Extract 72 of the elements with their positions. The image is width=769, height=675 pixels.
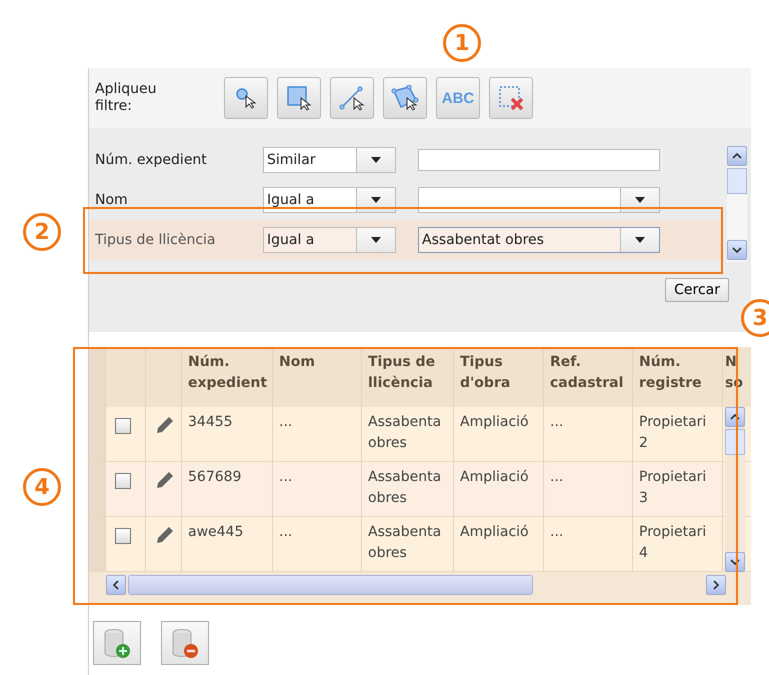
filter-field-label: Nom bbox=[95, 192, 129, 208]
table-cell: Assabenta obres bbox=[362, 407, 454, 461]
scroll-up-button[interactable] bbox=[725, 407, 745, 427]
chevron-up-icon bbox=[732, 151, 742, 161]
value-dropdown[interactable]: Assabentat obres bbox=[418, 227, 660, 253]
row-checkbox[interactable] bbox=[115, 418, 131, 434]
scroll-thumb[interactable] bbox=[727, 168, 747, 194]
table-cell: Propietari 3 bbox=[633, 462, 723, 516]
callout-number: 2 bbox=[23, 213, 61, 251]
add-record-button[interactable] bbox=[93, 621, 141, 665]
tool-button[interactable] bbox=[489, 77, 533, 119]
table-cell: Ampliació bbox=[454, 407, 544, 461]
row-checkbox[interactable] bbox=[115, 528, 131, 544]
scroll-right-button[interactable] bbox=[706, 574, 726, 594]
table-cell: Propietari 4 bbox=[633, 517, 723, 571]
scroll-up-button[interactable] bbox=[727, 146, 747, 166]
tool-button[interactable] bbox=[224, 77, 268, 119]
clear-selection-icon bbox=[498, 85, 524, 111]
value-dropdown[interactable] bbox=[418, 187, 660, 213]
point-select-icon bbox=[234, 86, 258, 110]
filter-label: Apliqueu filtre: bbox=[95, 81, 158, 115]
table-cell: ... bbox=[544, 517, 633, 571]
operator-dropdown[interactable]: Similar bbox=[263, 147, 396, 173]
table-cell: ... bbox=[273, 517, 362, 571]
horizontal-scroll-thumb[interactable] bbox=[128, 574, 533, 594]
table-cell: Propietari 2 bbox=[633, 407, 723, 461]
row-checkbox[interactable] bbox=[115, 473, 131, 489]
chevron-right-icon bbox=[711, 580, 721, 590]
table-cell: ... bbox=[544, 462, 633, 516]
dropdown-arrow-icon bbox=[635, 197, 645, 203]
table-cell: Ampliació bbox=[454, 462, 544, 516]
operator-dropdown[interactable]: Igual a bbox=[263, 187, 396, 213]
table-cell: 567689 bbox=[182, 462, 273, 516]
remove-record-button[interactable] bbox=[161, 621, 209, 665]
operator-dropdown[interactable]: Igual a bbox=[263, 227, 396, 253]
dropdown-arrow-icon bbox=[635, 237, 645, 243]
rectangle-select-icon bbox=[286, 85, 312, 111]
table-cell: ... bbox=[544, 407, 633, 461]
table-cell: 34455 bbox=[182, 407, 273, 461]
pencil-icon[interactable] bbox=[155, 415, 175, 435]
table-cell: ... bbox=[273, 407, 362, 461]
table-cell: Assabenta obres bbox=[362, 462, 454, 516]
tool-button[interactable] bbox=[383, 77, 427, 119]
callout-number: 1 bbox=[443, 24, 481, 62]
chevron-down-icon bbox=[730, 557, 740, 567]
callout-number: 4 bbox=[23, 468, 61, 506]
dropdown-arrow-icon bbox=[371, 237, 381, 243]
table-cell: Ampliació bbox=[454, 517, 544, 571]
filter-field-label: Núm. expedient bbox=[95, 152, 208, 168]
scroll-left-button[interactable] bbox=[106, 574, 126, 594]
scroll-thumb[interactable] bbox=[725, 429, 745, 455]
chevron-down-icon bbox=[732, 245, 742, 255]
tool-button[interactable] bbox=[277, 77, 321, 119]
table-cell: ... bbox=[273, 462, 362, 516]
pencil-icon[interactable] bbox=[155, 525, 175, 545]
line-select-icon bbox=[339, 85, 365, 111]
scroll-down-button[interactable] bbox=[727, 240, 747, 260]
chevron-up-icon bbox=[730, 412, 740, 422]
table-cell: Assabenta obres bbox=[362, 517, 454, 571]
scroll-down-button[interactable] bbox=[725, 552, 745, 572]
table-cell: awe445 bbox=[182, 517, 273, 571]
dropdown-arrow-icon bbox=[371, 157, 381, 163]
pencil-icon[interactable] bbox=[155, 470, 175, 490]
tool-button[interactable] bbox=[330, 77, 374, 119]
dropdown-arrow-icon bbox=[371, 197, 381, 203]
callout-number: 3 bbox=[741, 299, 769, 337]
polygon-select-icon bbox=[391, 85, 419, 111]
chevron-left-icon bbox=[111, 580, 121, 590]
text-select-label: ABC bbox=[442, 90, 474, 106]
value-input-field[interactable] bbox=[418, 149, 660, 171]
search-button[interactable]: Cercar bbox=[665, 278, 729, 302]
filter-field-label: Tipus de llicència bbox=[95, 232, 216, 248]
